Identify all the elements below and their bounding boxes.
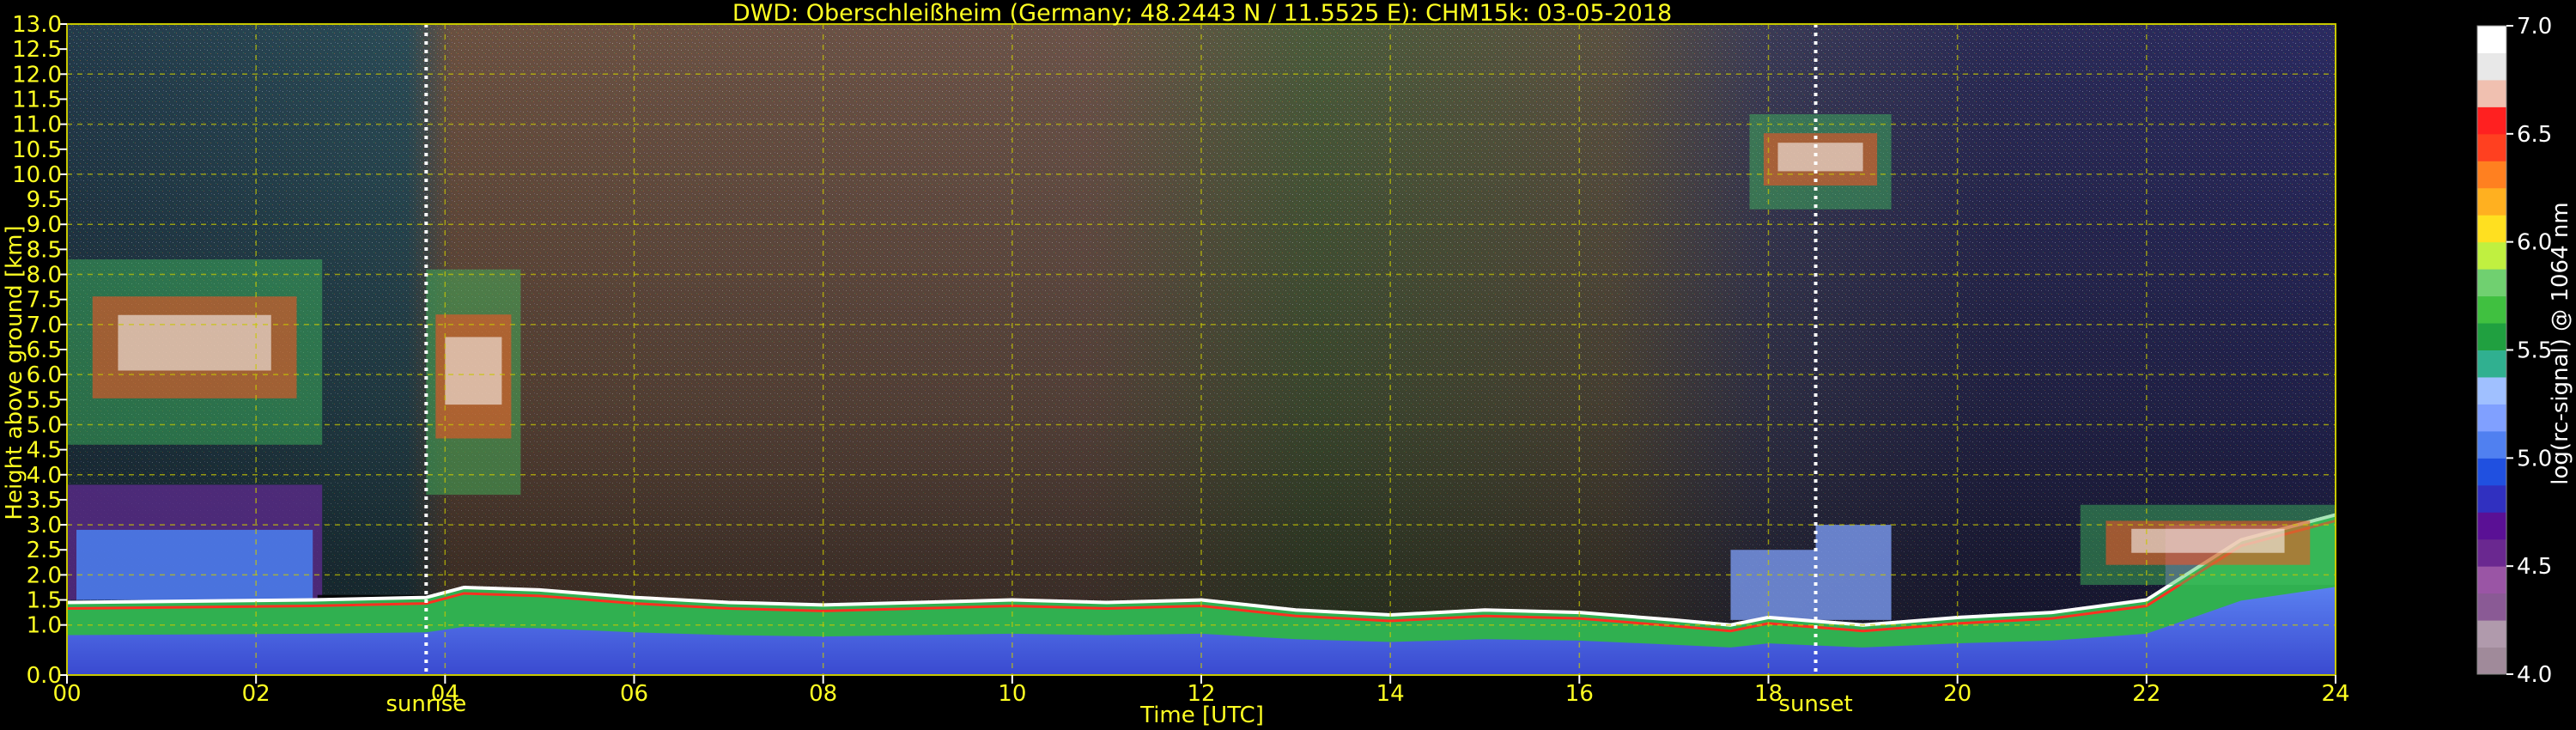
y-tick-label: 7.0 [27,313,62,338]
colorbar-swatch [2477,295,2506,324]
lidar-chart: sunrise sunset0.01.01.52.02.53.03.54.04.5… [2,0,2573,728]
x-axis-label: Time [UTC] [1139,703,1264,728]
colorbar-swatch [2477,52,2506,81]
colorbar-swatch [2477,458,2506,486]
colorbar-swatch [2477,215,2506,243]
y-axis-label: Height above ground [km] [2,225,27,520]
colorbar-swatch [2477,647,2506,675]
y-tick-label: 13.0 [12,12,62,38]
x-tick-label: 04 [431,681,459,707]
y-tick-label: 6.0 [27,362,62,388]
colorbar-swatch [2477,133,2506,161]
colorbar-swatch [2477,79,2506,107]
y-tick-label: 8.0 [27,263,62,289]
y-tick-label: 1.5 [27,588,62,614]
colorbar: 4.04.55.05.56.06.57.0 [2476,14,2552,688]
chart-title: DWD: Oberschleißheim (Germany; 48.2443 N… [732,0,1672,27]
y-tick-label: 11.0 [12,113,62,138]
x-tick-label: 22 [2132,681,2160,707]
y-tick-label: 1.0 [27,613,62,639]
colorbar-swatch [2477,620,2506,648]
x-tick-label: 24 [2321,681,2349,707]
aerosol-layer [76,529,313,600]
colorbar-swatch [2477,376,2506,405]
y-tick-label: 3.5 [27,488,62,514]
y-tick-label: 8.5 [27,237,62,263]
colorbar-swatch [2477,593,2506,621]
cloud-layer [67,259,323,445]
y-tick-label: 4.5 [27,438,62,464]
cloud-peak [2131,528,2285,553]
colorbar-swatch [2477,26,2506,53]
cloud-layer [2080,504,2336,586]
y-tick-label: 11.5 [12,87,62,113]
colorbar-label: log(rc-signal) @ 1064 nm [2548,202,2573,484]
sunset-label: sunset [1778,691,1852,717]
colorbar-tick-label: 4.0 [2517,662,2552,688]
x-tick-label: 20 [1943,681,1971,707]
y-tick-label: 10.5 [12,137,62,163]
aerosol-layer [1730,550,1816,620]
y-tick-label: 5.0 [27,412,62,438]
y-tick-label: 3.0 [27,513,62,538]
y-tick-label: 6.5 [27,338,62,363]
colorbar-swatch [2477,484,2506,513]
y-tick-label: 7.5 [27,288,62,313]
colorbar-swatch [2477,404,2506,432]
colorbar-swatch [2477,241,2506,270]
cloud-peak [1777,143,1863,172]
x-tick-label: 14 [1376,681,1405,707]
x-tick-label: 10 [998,681,1026,707]
y-tick-label: 9.5 [27,187,62,213]
colorbar-tick-label: 6.5 [2517,122,2552,148]
colorbar-tick-label: 7.0 [2517,14,2552,40]
x-tick-label: 08 [809,681,837,707]
colorbar-swatch [2477,350,2506,378]
colorbar-tick-label: 4.5 [2517,554,2552,580]
y-tick-label: 12.0 [12,62,62,88]
cloud-peak [118,314,271,371]
aerosol-layer [1815,525,1892,620]
x-tick-label: 18 [1754,681,1783,707]
colorbar-swatch [2477,538,2506,567]
colorbar-swatch [2477,187,2506,216]
x-tick-label: 02 [242,681,270,707]
cloud-layer [426,269,521,496]
y-tick-label: 5.5 [27,387,62,413]
colorbar-swatch [2477,106,2506,135]
y-tick-label: 12.5 [12,37,62,63]
y-tick-label: 2.5 [27,538,62,563]
cloud-peak [445,337,502,405]
colorbar-swatch [2477,323,2506,350]
cloud-layer [1749,113,1892,210]
y-tick-label: 9.0 [27,212,62,238]
colorbar-swatch [2477,161,2506,189]
colorbar-swatch [2477,269,2506,297]
colorbar-swatch [2477,566,2506,594]
colorbar-swatch [2477,430,2506,459]
colorbar-swatch [2477,512,2506,540]
y-tick-label: 4.0 [27,463,62,489]
x-tick-label: 06 [620,681,648,707]
x-tick-label: 16 [1565,681,1594,707]
x-tick-label: 00 [52,681,81,707]
y-tick-label: 2.0 [27,563,62,588]
y-tick-label: 10.0 [12,162,62,188]
